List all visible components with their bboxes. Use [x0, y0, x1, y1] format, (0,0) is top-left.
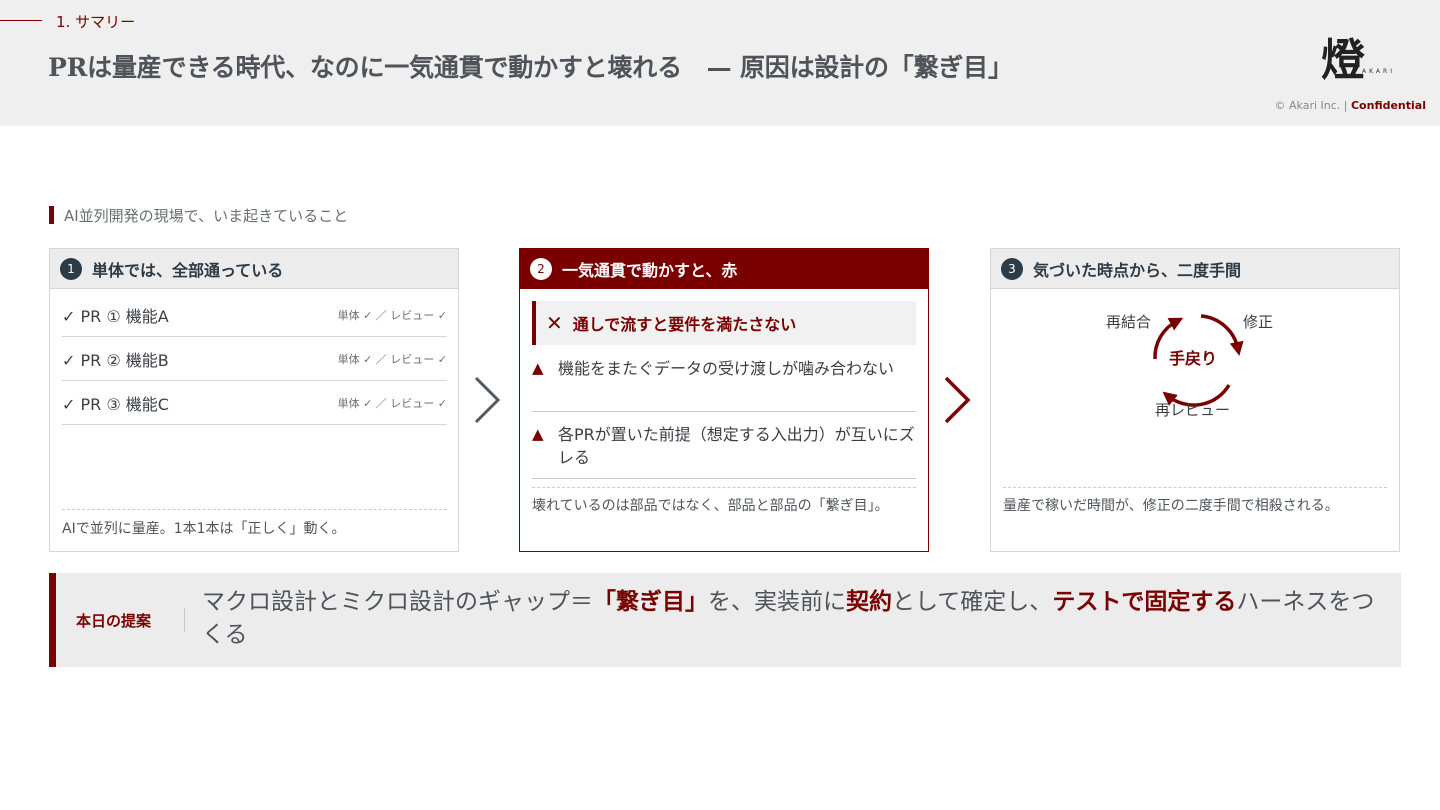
akari-logo-wordmark: AKARI [1362, 68, 1395, 75]
card-title: 一気通貫で動かすと、赤 [562, 261, 738, 280]
issue-item: ▲ 各PRが置いた前提（想定する入出力）が互いにズレる [532, 423, 916, 469]
chevron-right-icon [944, 376, 971, 424]
failure-alert: ✕ 通しで流すと要件を満たさない [532, 301, 916, 345]
pr-row: ✓ PR ② 機能B 単体 ✓ ／ レビュー ✓ [62, 337, 447, 381]
copyright: © Akari Inc. | Confidential [1274, 99, 1427, 112]
akari-logo-icon: 燈 [1321, 35, 1365, 86]
pr-status: 単体 ✓ ／ レビュー ✓ [337, 308, 447, 322]
warning-triangle-icon: ▲ [532, 425, 544, 443]
emphasis-test: テストで固定する [1052, 589, 1237, 615]
card-footer: 量産で稼いだ時間が、修正の二度手間で相殺される。 [1003, 498, 1339, 514]
cycle-label-rereview: 再レビュー [1155, 401, 1231, 419]
pr-label: ✓ PR ③ 機能C [62, 394, 169, 414]
step-number-badge: 2 [530, 258, 552, 280]
card-rework: 3 気づいた時点から、二度手間 手戻り 再結合 修正 再レビュー 量産で稼いだ時… [990, 248, 1400, 552]
confidential-label: Confidential [1350, 99, 1426, 112]
cross-icon: ✕ [546, 311, 563, 335]
divider [532, 411, 916, 412]
page-title: PRは量産できる時代、なのに一気通貫で動かすと壊れる — 原因は設計の「繋ぎ目」 [48, 53, 1013, 82]
card-footer: 壊れているのは部品ではなく、部品と部品の「繋ぎ目」。 [532, 498, 889, 514]
card-header: 1 単体では、全部通っている [50, 249, 458, 289]
card-integration-fail: 2 一気通貫で動かすと、赤 ✕ 通しで流すと要件を満たさない ▲ 機能をまたぐデ… [519, 248, 929, 552]
emphasis-contract: 契約 [846, 589, 892, 615]
proposal-label: 本日の提案 [76, 612, 152, 630]
emphasis-seam: 「繋ぎ目」 [593, 589, 708, 615]
dashed-divider [1003, 487, 1387, 488]
step-number-badge: 1 [60, 257, 82, 280]
dashed-divider [62, 509, 447, 510]
proposal-divider [184, 608, 185, 632]
card-header: 2 一気通貫で動かすと、赤 [520, 249, 928, 289]
pr-status: 単体 ✓ ／ レビュー ✓ [337, 396, 447, 410]
pr-status: 単体 ✓ ／ レビュー ✓ [337, 352, 447, 366]
issue-text: 各PRが置いた前提（想定する入出力）が互いにズレる [558, 425, 915, 467]
warning-triangle-icon: ▲ [532, 359, 544, 377]
pr-row: ✓ PR ③ 機能C 単体 ✓ ／ レビュー ✓ [62, 381, 447, 425]
rework-cycle-diagram: 手戻り 再結合 修正 再レビュー [1091, 275, 1301, 419]
cycle-label-fix: 修正 [1243, 313, 1274, 331]
chevron-right-icon [474, 376, 501, 424]
context-accent-bar [49, 206, 54, 224]
card-title: 単体では、全部通っている [92, 260, 284, 280]
cycle-center-label: 手戻り [1169, 349, 1218, 368]
pr-row: ✓ PR ① 機能A 単体 ✓ ／ レビュー ✓ [62, 293, 447, 337]
proposal-banner: 本日の提案 マクロ設計とミクロ設計のギャップ＝「繋ぎ目」を、実装前に契約として確… [49, 573, 1401, 667]
card-footer: AIで並列に量産。1本1本は「正しく」動く。 [62, 521, 346, 537]
header: 1. サマリー PRは量産できる時代、なのに一気通貫で動かすと壊れる — 原因は… [0, 0, 1440, 126]
pr-label: ✓ PR ① 機能A [62, 306, 169, 326]
context-label: AI並列開発の現場で、いま起きていること [64, 206, 349, 225]
proposal-text: マクロ設計とミクロ設計のギャップ＝「繋ぎ目」を、実装前に契約として確定し、テスト… [202, 589, 1375, 648]
card-unit-pass: 1 単体では、全部通っている ✓ PR ① 機能A 単体 ✓ ／ レビュー ✓ … [49, 248, 459, 552]
section-line [0, 20, 42, 21]
issue-text: 機能をまたぐデータの受け渡しが噛み合わない [558, 359, 895, 378]
alert-text: 通しで流すと要件を満たさない [572, 315, 797, 334]
section-label: 1. サマリー [56, 13, 136, 31]
step-number-badge: 3 [1001, 257, 1023, 280]
issue-item: ▲ 機能をまたぐデータの受け渡しが噛み合わない [532, 357, 916, 380]
context-heading: AI並列開発の現場で、いま起きていること [49, 206, 349, 225]
divider [532, 478, 916, 479]
pr-label: ✓ PR ② 機能B [62, 350, 169, 370]
cycle-label-recombine: 再結合 [1106, 313, 1152, 331]
dashed-divider [532, 487, 916, 488]
